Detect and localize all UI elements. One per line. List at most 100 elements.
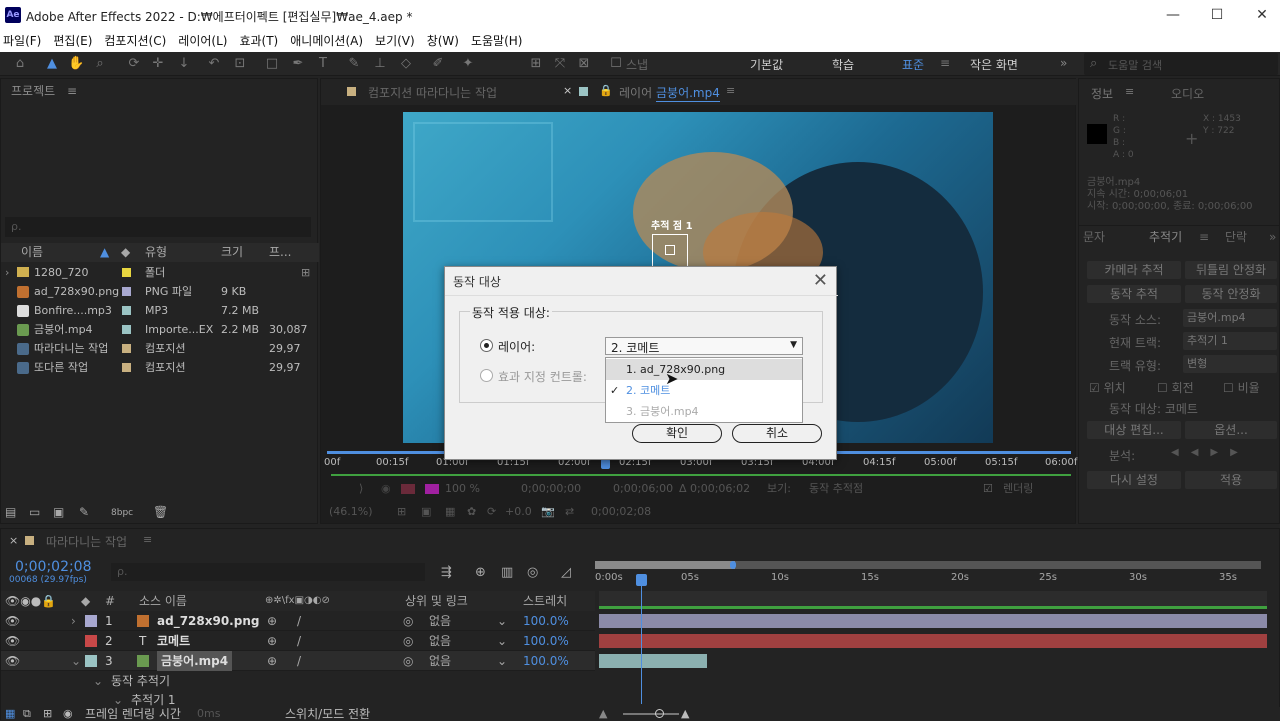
home-icon[interactable]: ⌂	[12, 56, 28, 72]
rectangle-tool-icon[interactable]: □	[264, 56, 280, 72]
layer-row[interactable]: 👁 › 1 ad_728x90.png ⊕ / ◎ 없음 ⌄ 100.0%	[1, 611, 595, 631]
menu-edit[interactable]: 편집(E)	[53, 31, 92, 52]
reset-exposure-icon[interactable]: ⟳	[487, 501, 496, 523]
quality-icon[interactable]: /	[297, 611, 301, 631]
rotation-checkbox[interactable]: ☐ 회전	[1157, 379, 1194, 396]
brush-tool-icon[interactable]: ✎	[346, 56, 362, 72]
layer-option[interactable]: 1. ad_728x90.png	[606, 359, 802, 380]
tab-paragraph[interactable]: 단락	[1225, 226, 1247, 248]
layer-track-bar[interactable]	[599, 614, 1267, 628]
timecode[interactable]: 0;00;02;08	[15, 559, 92, 575]
exposure-value[interactable]: +0.0	[505, 501, 532, 523]
pen-tool-icon[interactable]: ✒	[290, 56, 306, 72]
tab-composition[interactable]: 컴포지션 따라다니는 작업	[368, 84, 497, 101]
menu-layer[interactable]: 레이어(L)	[178, 31, 227, 52]
maximize-button[interactable]: ☐	[1202, 4, 1232, 26]
layer-track-bar[interactable]	[599, 654, 707, 668]
tab-menu-icon[interactable]: ≡	[726, 84, 735, 97]
parent-dropdown[interactable]: 없음	[429, 611, 451, 631]
interpret-footage-icon[interactable]: ▤	[5, 505, 16, 519]
zoom-slider[interactable]	[623, 713, 679, 715]
eraser-tool-icon[interactable]: ◇	[398, 56, 414, 72]
project-settings-icon[interactable]: ✎	[79, 505, 89, 519]
layer-row[interactable]: 👁 ⌄ 3 금붕어.mp4 ⊕ / ◎ 없음 ⌄ 100.0%	[1, 651, 595, 671]
timeline-search-input[interactable]: ρ.	[111, 563, 425, 581]
playhead-icon[interactable]	[636, 574, 647, 586]
magnification-dropdown[interactable]: (46.1%)	[329, 501, 373, 523]
workspace-default[interactable]: 기본값	[750, 56, 783, 73]
axis-local-icon[interactable]: ⊞	[528, 56, 544, 72]
toggle-switches-modes[interactable]: 스위치/모드 전환	[285, 707, 370, 721]
clone-stamp-icon[interactable]: ⊥	[372, 56, 388, 72]
visibility-icon[interactable]: 👁	[5, 651, 20, 671]
layer-radio[interactable]	[480, 339, 493, 352]
workspace-small-screen[interactable]: 작은 화면	[970, 56, 1018, 73]
menu-composition[interactable]: 컴포지션(C)	[104, 31, 166, 52]
warp-stabilizer-button[interactable]: 뒤틀림 안정화	[1185, 261, 1277, 279]
layer-name[interactable]: 금붕어.mp4	[157, 651, 233, 671]
transparency-icon[interactable]: ▣	[421, 501, 431, 523]
menu-view[interactable]: 보기(V)	[375, 31, 415, 52]
show-snapshot-icon[interactable]: ⇄	[565, 501, 574, 523]
motion-blur-icon[interactable]: ◎	[527, 565, 538, 580]
reset-button[interactable]: 다시 설정	[1087, 471, 1181, 489]
col-name[interactable]: 이름	[21, 243, 43, 262]
close-button[interactable]: ✕	[1247, 4, 1277, 26]
stabilize-motion-button[interactable]: 동작 안정화	[1185, 285, 1277, 303]
axis-world-icon[interactable]: ⤧	[552, 56, 568, 72]
chevron-down-icon[interactable]: ⌄	[497, 631, 507, 651]
snap-checkbox[interactable]: ☐	[608, 56, 624, 72]
transfer-controls-icon[interactable]: ⧉	[23, 707, 31, 721]
workspace-learn[interactable]: 학습	[832, 56, 854, 73]
pickwhip-icon[interactable]: ◎	[403, 611, 413, 631]
current-track-dropdown[interactable]: 추적기 1	[1183, 332, 1277, 350]
info-menu-icon[interactable]: ≡	[1125, 85, 1134, 98]
apply-button[interactable]: 적용	[1185, 471, 1277, 489]
axis-view-icon[interactable]: ⊠	[576, 56, 592, 72]
snapshot-icon[interactable]: 📷	[541, 501, 555, 523]
flowchart-icon[interactable]: ⊞	[301, 263, 310, 282]
property-row[interactable]: ⌄ 동작 추적기	[1, 671, 595, 691]
pickwhip-icon[interactable]: ◎	[403, 631, 413, 651]
roto-brush-icon[interactable]: ✐	[430, 56, 446, 72]
tab-character[interactable]: 문자	[1083, 226, 1105, 248]
selection-tool-icon[interactable]: ▲	[44, 56, 60, 72]
in-out-icon[interactable]: ⊞	[43, 707, 52, 721]
dialog-close-icon[interactable]: ✕	[813, 270, 828, 291]
track-point-box[interactable]	[652, 234, 688, 268]
zoom-tool-icon[interactable]: ⌕	[92, 56, 108, 72]
tab-layer-prefix[interactable]: 레이어	[619, 84, 652, 101]
menu-window[interactable]: 창(W)	[427, 31, 459, 52]
expand-icon[interactable]: ›	[71, 611, 76, 631]
timeline-comp-tab[interactable]: 따라다니는 작업	[46, 533, 127, 550]
mask-path-icon[interactable]: ▦	[445, 501, 455, 523]
menu-animation[interactable]: 애니메이션(A)	[290, 31, 363, 52]
new-folder-icon[interactable]: ▭	[29, 505, 40, 519]
zoom-in-icon[interactable]: ▲	[681, 707, 689, 721]
orbit-camera-icon[interactable]: ⟳	[126, 56, 142, 72]
stretch-value[interactable]: 100.0%	[523, 611, 569, 631]
quality-icon[interactable]: /	[297, 651, 301, 671]
layer-track-bar[interactable]	[599, 634, 1267, 648]
current-time[interactable]: 0;00;00;00	[521, 479, 581, 499]
col-fps[interactable]: 프...	[269, 243, 291, 262]
workspace-standard[interactable]: 표준	[902, 56, 924, 73]
timeline-close-icon[interactable]: ×	[9, 534, 18, 547]
zoom-percent[interactable]: 100 %	[445, 479, 480, 499]
layer-option[interactable]: ✓ 2. 코메트	[606, 380, 802, 401]
shy-icon[interactable]: ⊕	[267, 651, 277, 671]
edit-target-button[interactable]: 대상 편집...	[1087, 421, 1181, 439]
pan-camera-icon[interactable]: ✛	[150, 56, 166, 72]
track-camera-button[interactable]: 카메라 추적	[1087, 261, 1181, 279]
view-dropdown[interactable]: 동작 추적점	[809, 479, 863, 499]
project-item[interactable]: › 1280_720 폴더 ⊞	[1, 263, 321, 282]
analyze-controls[interactable]: ◀◀▶▶	[1171, 447, 1250, 458]
pickwhip-icon[interactable]: ◎	[403, 651, 413, 671]
time-ruler[interactable]: 0:00s 05s 10s 15s 20s 25s 30s 35s	[595, 569, 1280, 591]
minimize-button[interactable]: —	[1158, 4, 1188, 26]
project-item[interactable]: ad_728x90.png PNG 파일 9 KB	[1, 282, 321, 301]
workspace-menu-icon[interactable]: ≡	[940, 56, 950, 70]
cancel-button[interactable]: 취소	[732, 424, 822, 443]
parent-dropdown[interactable]: 없음	[429, 631, 451, 651]
visibility-icon[interactable]: 👁	[5, 631, 20, 651]
